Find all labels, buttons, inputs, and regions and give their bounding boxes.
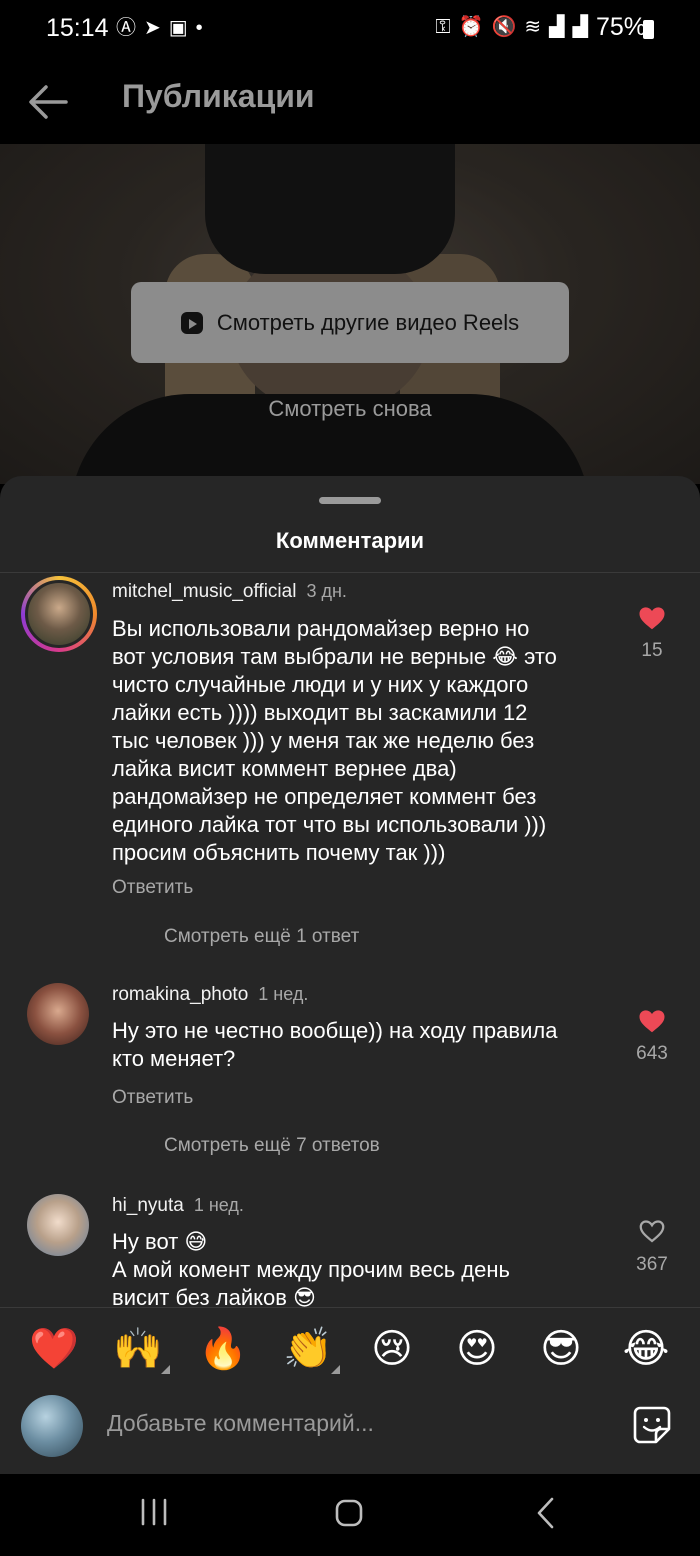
comments-title: Комментарии — [275, 528, 425, 553]
video-player[interactable]: Смотреть другие видео Reels Смотреть сно… — [0, 144, 700, 484]
my-avatar — [21, 1395, 83, 1457]
page-title: Публикации — [122, 78, 315, 114]
signal-icon: ▟ — [549, 16, 565, 38]
avatar[interactable] — [27, 983, 89, 1045]
alarm-icon: ⏰ — [458, 16, 484, 38]
like-count: 367 — [636, 1254, 668, 1275]
skin-tone-indicator-icon — [161, 1365, 170, 1374]
emoji-fire[interactable]: 🔥 — [193, 1326, 253, 1372]
status-bar: 15:14 Ⓐ ➤ ▣ • ⚿ ⏰ 🔇 ≋ ▟ ▟ 75% — [0, 0, 700, 62]
home-icon[interactable] — [334, 1498, 364, 1528]
comments-list[interactable]: mitchel_music_official 3 дн. Вы использов… — [0, 573, 700, 1307]
back-icon[interactable] — [535, 1496, 557, 1530]
reels-icon — [180, 311, 203, 334]
emoji-raising-hands[interactable]: 🙌 — [108, 1326, 170, 1374]
comment-username[interactable]: hi_nyuta 1 нед. — [112, 1195, 244, 1217]
emoji-crying[interactable]: 😢 — [362, 1326, 422, 1372]
signal-icon: ▟ — [572, 16, 588, 38]
heart-outline-icon[interactable] — [637, 1216, 667, 1246]
reply-button[interactable]: Ответить — [112, 877, 193, 899]
emoji-heart[interactable]: ❤️ — [24, 1326, 84, 1372]
avatar[interactable] — [21, 576, 97, 652]
battery-percent: 75% — [595, 13, 646, 41]
emoji-quick-reactions: ❤️ 🙌 🔥 👏 😢 😍 😎 😂 — [0, 1307, 700, 1395]
comment-time: 1 нед. — [193, 1195, 244, 1215]
comment-text: Вы использовали рандомайзер верно но вот… — [112, 616, 557, 865]
heart-filled-icon[interactable] — [637, 603, 667, 633]
reply-button[interactable]: Ответить — [112, 1087, 193, 1109]
like-count: 643 — [636, 1043, 668, 1064]
status-time: 15:14 — [46, 14, 109, 42]
emoji-sunglasses[interactable]: 😎 — [531, 1326, 591, 1372]
skin-tone-indicator-icon — [331, 1365, 340, 1374]
comment-username[interactable]: romakina_photo 1 нед. — [112, 984, 308, 1006]
emoji-tears-of-joy[interactable]: 😂 — [616, 1326, 676, 1372]
replay-button[interactable]: Смотреть снова — [0, 396, 700, 422]
back-arrow-icon[interactable] — [26, 82, 70, 122]
comment-time: 1 нед. — [258, 984, 309, 1004]
emoji-clapping[interactable]: 👏 — [278, 1326, 340, 1374]
avatar[interactable] — [27, 1194, 89, 1256]
key-icon: ⚿ — [435, 16, 451, 38]
comments-sheet: Комментарии mitchel_music_official 3 дн. … — [0, 476, 700, 1476]
comment-time: 3 дн. — [306, 581, 347, 601]
app-header: Публикации — [0, 62, 700, 144]
recents-icon[interactable] — [140, 1498, 168, 1526]
wifi-icon: ≋ — [524, 16, 542, 38]
view-more-replies-button[interactable]: Смотреть ещё 7 ответов — [164, 1135, 380, 1157]
watch-more-reels-button[interactable]: Смотреть другие видео Reels — [131, 282, 569, 363]
telegram-icon: ➤ — [144, 17, 161, 39]
sticker-icon[interactable] — [632, 1405, 672, 1445]
mute-icon: 🔇 — [491, 16, 517, 38]
comment-username[interactable]: mitchel_music_official 3 дн. — [112, 581, 347, 603]
view-more-replies-button[interactable]: Смотреть ещё 1 ответ — [164, 926, 359, 948]
battery-icon — [643, 20, 654, 39]
sheet-drag-handle[interactable] — [319, 497, 381, 504]
status-left-icons: Ⓐ ➤ ▣ • — [116, 16, 203, 40]
teams-icon: ▣ — [168, 17, 188, 39]
comment-text: Ну вот 😅 А мой комент между прочим весь … — [112, 1229, 510, 1307]
comment-input[interactable]: Добавьте комментарий... — [107, 1410, 374, 1437]
system-nav-bar — [0, 1474, 700, 1556]
watch-more-reels-label: Смотреть другие видео Reels — [216, 309, 520, 335]
emoji-heart-eyes[interactable]: 😍 — [447, 1326, 507, 1372]
comment-composer: Добавьте комментарий... — [0, 1395, 700, 1475]
dot-icon: • — [195, 17, 203, 39]
anarchy-icon: Ⓐ — [116, 17, 136, 39]
status-right-icons: ⚿ ⏰ 🔇 ≋ ▟ ▟ 75% — [435, 14, 646, 40]
like-count: 15 — [641, 640, 663, 661]
comment-text: Ну это не честно вообще)) на ходу правил… — [112, 1018, 558, 1071]
heart-filled-icon[interactable] — [637, 1006, 667, 1036]
